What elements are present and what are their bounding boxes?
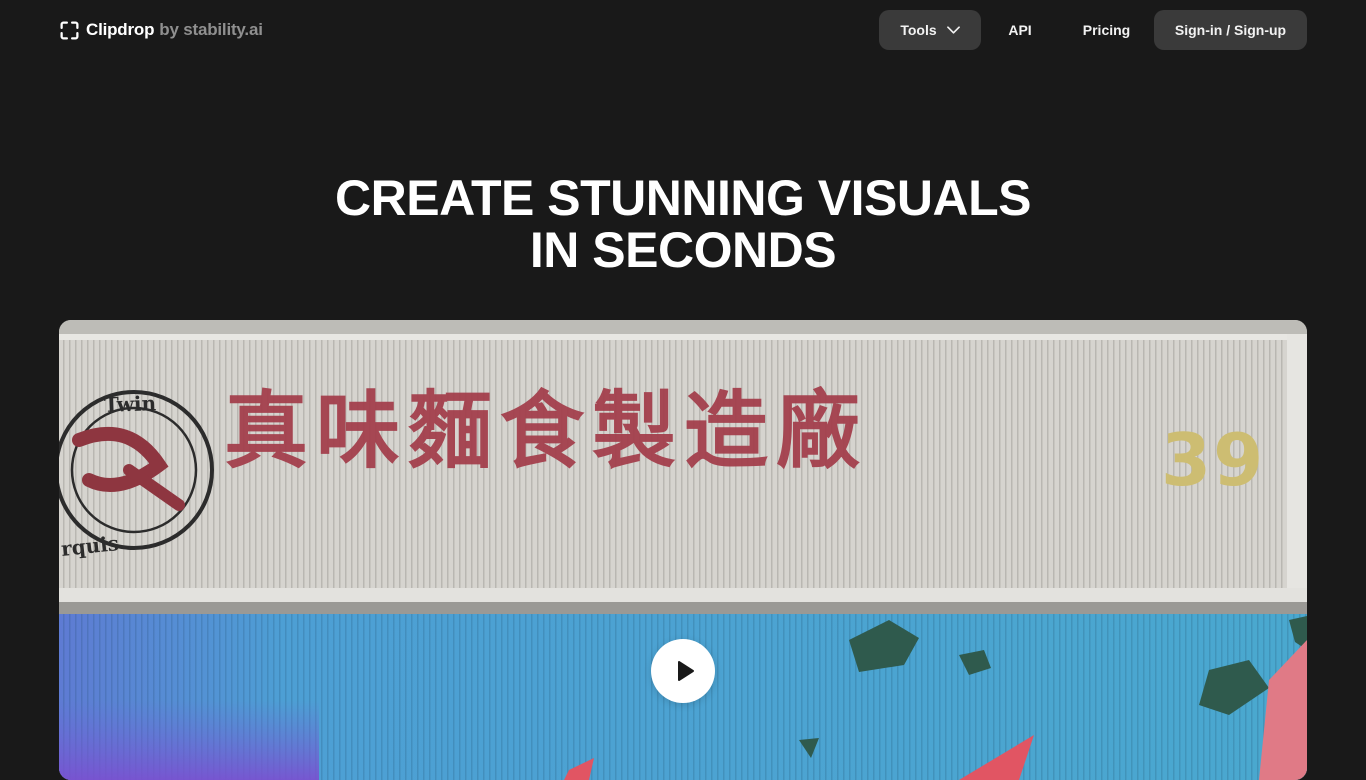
sign-text: 真味麵食製造廠: [224, 381, 869, 480]
tools-label: Tools: [900, 22, 937, 38]
play-button[interactable]: [651, 639, 715, 703]
top-nav: Tools API Pricing Sign-in / Sign-up: [879, 10, 1307, 50]
api-link[interactable]: API: [981, 10, 1059, 50]
tools-menu-button[interactable]: Tools: [879, 10, 981, 50]
hero-video[interactable]: 真味麵食製造廠 39 Twin rquis: [59, 320, 1307, 780]
chevron-down-icon: [946, 26, 960, 34]
stamp-text-top: Twin: [103, 391, 157, 417]
sign-number: 39: [1161, 418, 1266, 502]
crop-frame-icon: [60, 20, 79, 40]
pricing-link[interactable]: Pricing: [1059, 10, 1154, 50]
brand-byline: by stability.ai: [159, 20, 263, 39]
site-header: Clipdrop by stability.ai Tools API Prici…: [0, 0, 1366, 62]
hero-title: CREATE STUNNING VISUALS IN SECONDS: [0, 172, 1366, 276]
brand-name: Clipdrop: [86, 20, 155, 39]
hero-title-line-1: CREATE STUNNING VISUALS: [335, 170, 1031, 226]
brand-logo[interactable]: Clipdrop by stability.ai: [59, 19, 263, 41]
play-icon: [677, 661, 694, 681]
signin-button[interactable]: Sign-in / Sign-up: [1154, 10, 1307, 50]
hero-title-line-2: IN SECONDS: [529, 222, 837, 278]
